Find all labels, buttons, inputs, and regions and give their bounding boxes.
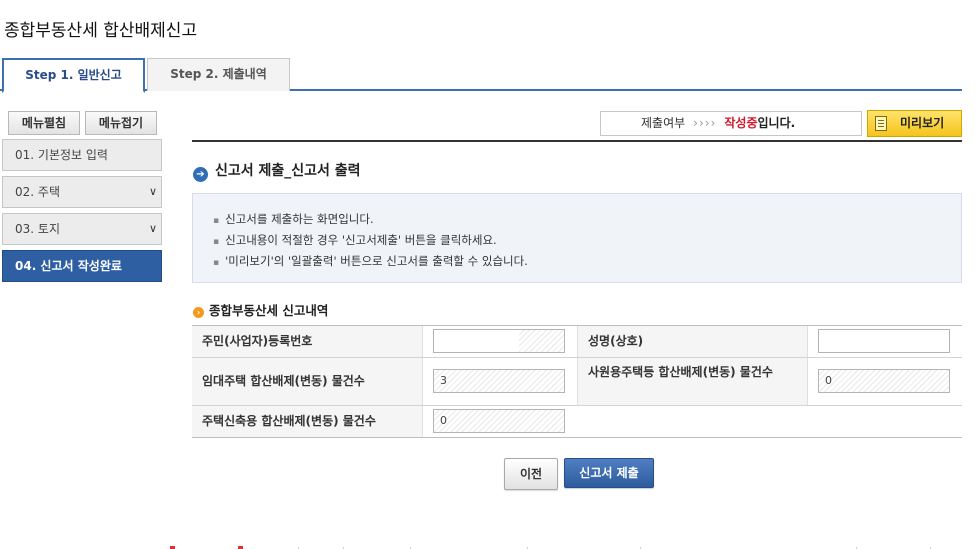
employee-count-field[interactable]: 0	[818, 369, 950, 393]
employee-count-cell: 0	[807, 358, 962, 405]
rental-count-cell: 3	[422, 358, 577, 405]
info-bullet: 신고서를 제출하는 화면입니다.	[213, 210, 961, 231]
status-suffix: 입니다.	[757, 116, 796, 130]
status-arrows: ››››	[693, 116, 717, 130]
name-label: 성명(상호)	[577, 326, 807, 357]
new-housing-count-field[interactable]: 0	[433, 409, 565, 433]
preview-button[interactable]: 미리보기	[867, 110, 962, 137]
table-row: 주택신축용 합산배제(변동) 물건수 0	[192, 406, 962, 438]
tab-step2[interactable]: Step 2. 제출내역	[147, 58, 290, 91]
sidebar-item-basic-info[interactable]: 01. 기본정보 입력	[2, 139, 162, 171]
status-state: 작성중	[724, 116, 758, 130]
preview-button-label: 미리보기	[900, 116, 945, 130]
name-cell	[807, 326, 962, 357]
sidebar-item-label: 02. 주택	[15, 185, 60, 199]
submit-report-button[interactable]: 신고서 제출	[564, 458, 654, 488]
document-icon	[875, 116, 887, 131]
employee-count-label: 사원용주택등 합산배제(변동) 물건수	[577, 358, 807, 405]
table-row: 주민(사업자)등록번호 성명(상호)	[192, 326, 962, 358]
section-title: ➔ 신고서 제출_신고서 출력	[193, 160, 361, 182]
sidebar-item-label: 03. 토지	[15, 222, 60, 236]
menu-expand-button[interactable]: 메뉴펼침	[8, 111, 80, 135]
summary-title: › 종합부동산세 신고내역	[193, 300, 328, 319]
sidebar-item-label: 01. 기본정보 입력	[15, 148, 108, 162]
arrow-circle-icon: ➔	[193, 167, 208, 182]
submission-status: 제출여부 ›››› 작성중입니다.	[600, 111, 862, 136]
table-row: 임대주택 합산배제(변동) 물건수 3 사원용주택등 합산배제(변동) 물건수 …	[192, 358, 962, 406]
status-label: 제출여부	[641, 116, 686, 130]
rental-count-field[interactable]: 3	[433, 369, 565, 393]
chevron-down-icon[interactable]: ∨	[149, 177, 157, 207]
step-tabs: Step 1. 일반신고 Step 2. 제출내역	[0, 58, 962, 93]
page-title: 종합부동산세 합산배제신고	[4, 21, 198, 41]
sidebar-item-label: 04. 신고서 작성완료	[15, 259, 122, 273]
sidebar-item-complete[interactable]: 04. 신고서 작성완료	[2, 250, 162, 282]
rental-count-label: 임대주택 합산배제(변동) 물건수	[192, 358, 422, 405]
info-box: 신고서를 제출하는 화면입니다. 신고내용이 적절한 경우 '신고서제출' 버튼…	[192, 193, 962, 283]
info-bullet: '미리보기'의 '일괄출력' 버튼으로 신고서를 출력할 수 있습니다.	[213, 252, 961, 273]
sidebar-item-land[interactable]: 03. 토지 ∨	[2, 213, 162, 245]
arrow-circle-icon: ›	[193, 307, 204, 318]
content-divider	[192, 140, 962, 142]
new-housing-count-cell: 0	[422, 406, 962, 437]
resident-id-cell	[422, 326, 577, 357]
menu-collapse-button[interactable]: 메뉴접기	[85, 111, 157, 135]
chevron-down-icon[interactable]: ∨	[149, 214, 157, 244]
name-field[interactable]	[818, 329, 950, 353]
summary-table: 주민(사업자)등록번호 성명(상호) 임대주택 합산배제(변동) 물건수 3 사…	[192, 325, 962, 438]
new-housing-count-label: 주택신축용 합산배제(변동) 물건수	[192, 406, 422, 437]
prev-button[interactable]: 이전	[504, 458, 558, 490]
section-title-text: 신고서 제출_신고서 출력	[215, 163, 361, 179]
resident-id-label: 주민(사업자)등록번호	[192, 326, 422, 357]
resident-id-field[interactable]	[433, 329, 565, 353]
info-bullet: 신고내용이 적절한 경우 '신고서제출' 버튼을 클릭하세요.	[213, 231, 961, 252]
summary-title-text: 종합부동산세 신고내역	[209, 303, 329, 318]
tab-step1[interactable]: Step 1. 일반신고	[2, 58, 145, 93]
sidebar-item-housing[interactable]: 02. 주택 ∨	[2, 176, 162, 208]
